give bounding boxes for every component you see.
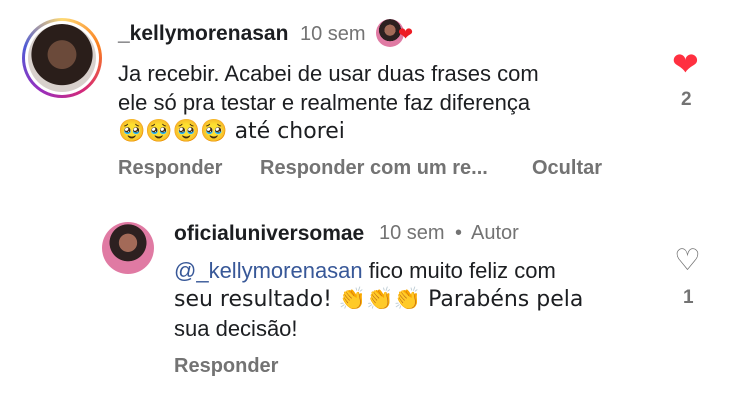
separator-dot: • bbox=[455, 222, 463, 244]
comment-kellymorenasan: _kellymorenasan 10 sem ❤ Ja recebir. Aca… bbox=[0, 0, 738, 200]
comment-time: 10 sem bbox=[300, 23, 366, 45]
reply-text-segment: fico muito feliz com bbox=[362, 258, 556, 283]
reply-button[interactable]: Responder bbox=[174, 355, 278, 378]
avatar-photo bbox=[28, 24, 96, 92]
reply-text-line: @_kellymorenasan fico muito feliz com bbox=[174, 256, 583, 285]
like-count: 1 bbox=[683, 287, 694, 308]
avatar-oficialuniversomae[interactable] bbox=[102, 222, 154, 274]
like-count: 2 bbox=[681, 89, 692, 110]
reply-time: 10 sem bbox=[379, 222, 445, 244]
reply-text-line: seu resultado! 👏👏👏 Parabéns pela bbox=[174, 287, 584, 312]
reply-button[interactable]: Responder bbox=[118, 157, 222, 180]
heart-filled-icon[interactable]: ❤ bbox=[672, 48, 699, 80]
comment-text-line: Ja recebir. Acabei de usar duas frases c… bbox=[118, 61, 539, 86]
reply-text-line: sua decisão! bbox=[174, 316, 298, 341]
reply-oficialuniversomae: oficialuniversomae 10 sem • Autor @_kell… bbox=[0, 200, 738, 409]
reply-text: @_kellymorenasan fico muito feliz com se… bbox=[174, 256, 583, 343]
hide-button[interactable]: Ocultar bbox=[532, 157, 602, 180]
comment-username[interactable]: _kellymorenasan bbox=[118, 22, 288, 46]
heart-outline-icon[interactable]: ♡ bbox=[674, 246, 701, 276]
creator-heart-icon: ❤ bbox=[398, 24, 414, 44]
avatar-kellymorenasan[interactable] bbox=[22, 18, 102, 98]
author-badge: Autor bbox=[471, 222, 519, 244]
reply-username[interactable]: oficialuniversomae bbox=[174, 222, 364, 246]
mention-link[interactable]: @_kellymorenasan bbox=[174, 258, 363, 283]
comment-text-line: 🥹🥹🥹🥹 até chorei bbox=[118, 119, 345, 144]
comment-text-line: ele só pra testar e realmente faz difere… bbox=[118, 90, 531, 115]
comment-text: Ja recebir. Acabei de usar duas frases c… bbox=[118, 59, 539, 146]
reply-with-reel-button[interactable]: Responder com um re... bbox=[260, 157, 488, 180]
